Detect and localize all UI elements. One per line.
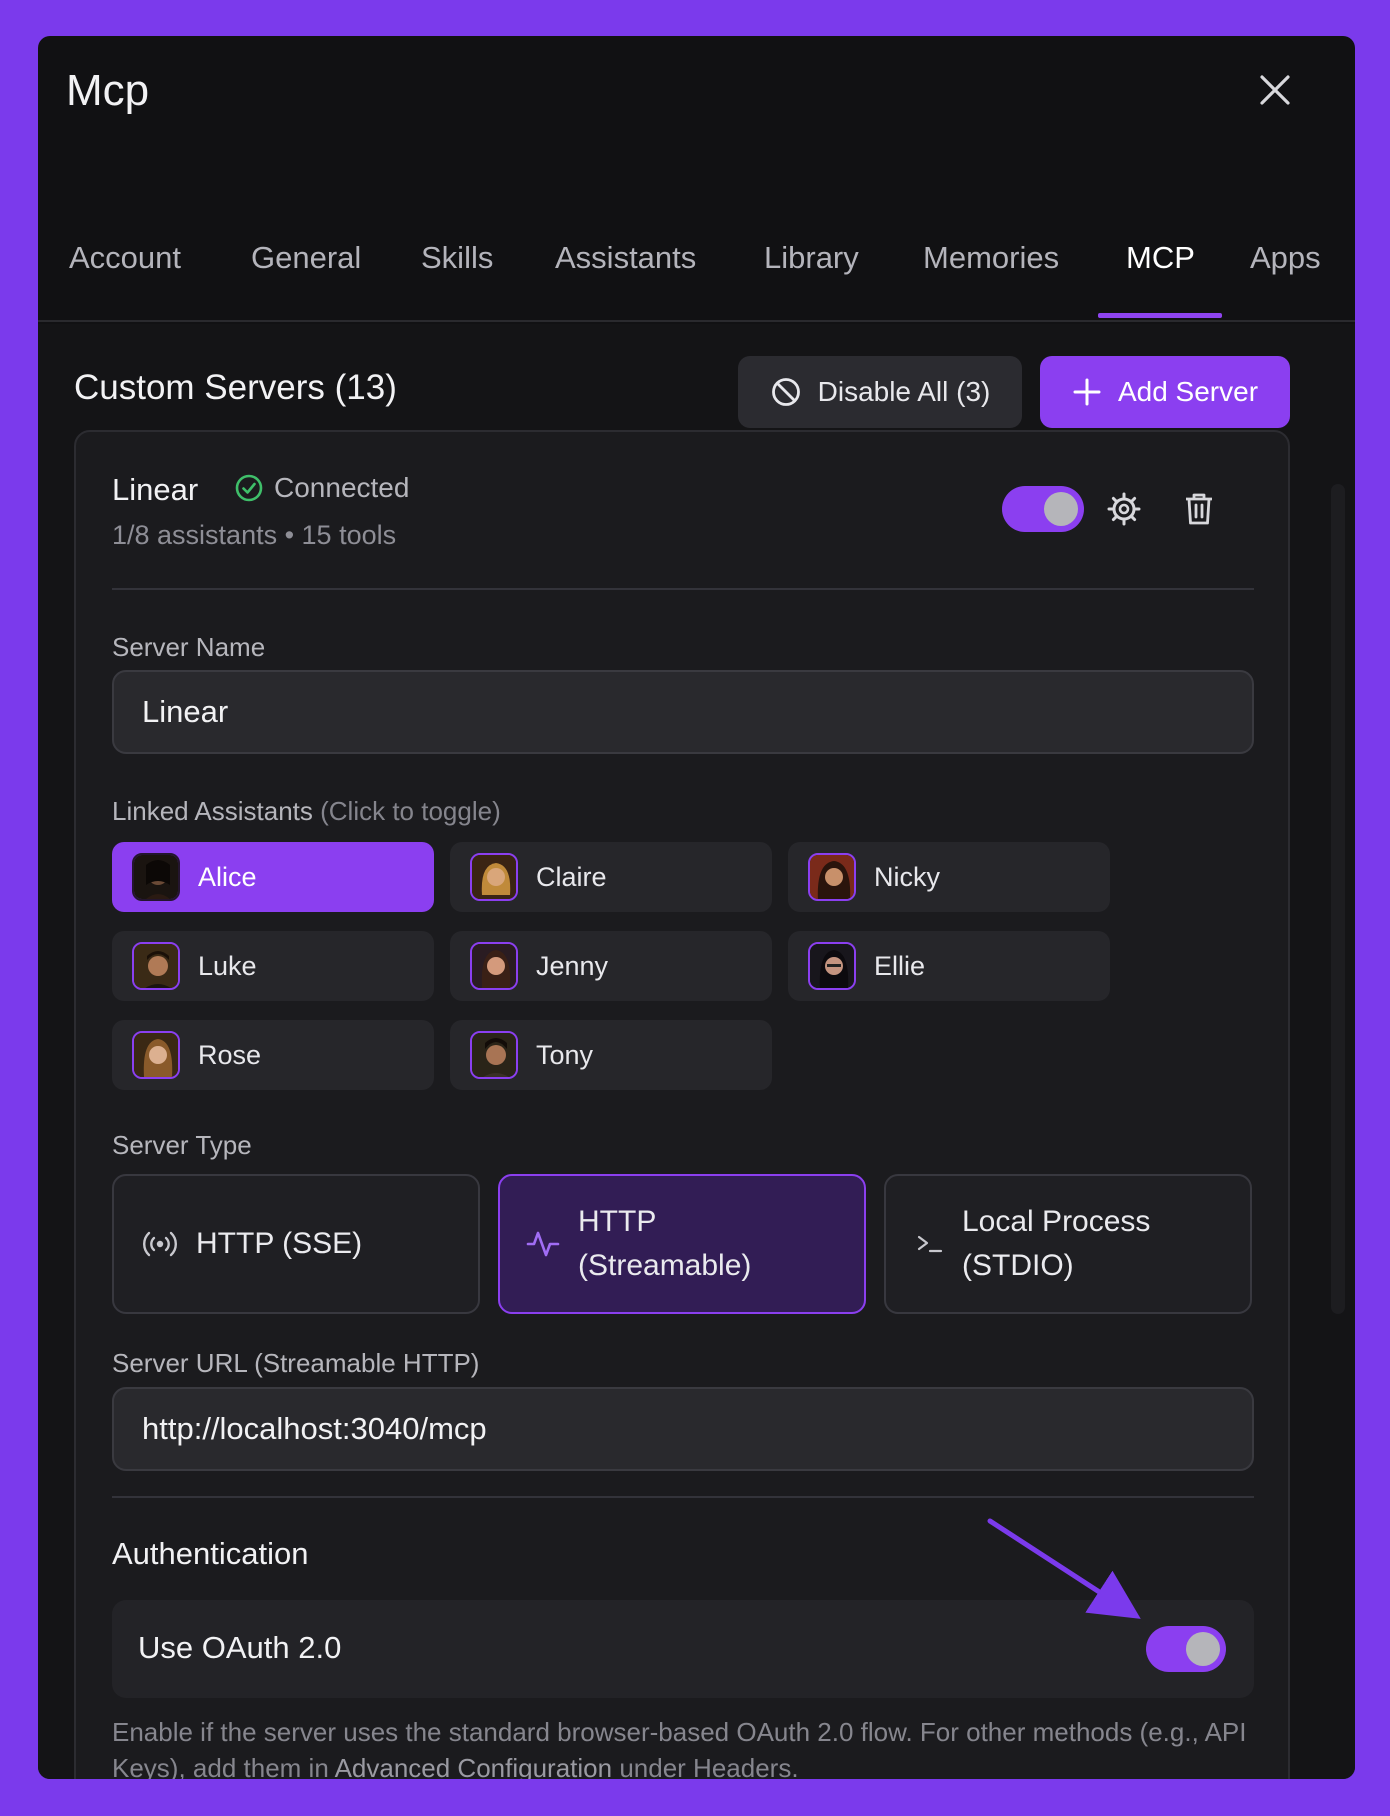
disable-all-button[interactable]: Disable All (3) (738, 356, 1022, 428)
toggle-knob (1044, 492, 1078, 526)
header-divider (112, 588, 1254, 590)
status-text: Connected (274, 472, 410, 503)
assistant-name: Rose (198, 1039, 262, 1070)
oauth-row: Use OAuth 2.0 (112, 1600, 1254, 1698)
avatar (470, 1031, 518, 1079)
auth-divider (112, 1496, 1254, 1498)
server-type-stdio-label: Local Process (STDIO) (962, 1200, 1150, 1288)
type-line: (STDIO) (962, 1249, 1074, 1282)
avatar (132, 1031, 180, 1079)
disable-all-label: Disable All (3) (817, 376, 991, 407)
avatar (470, 853, 518, 901)
assistant-name: Luke (198, 950, 257, 981)
status-badge: Connected (234, 472, 409, 504)
settings-window: Mcp Account General Skills Assistants Li… (38, 36, 1355, 1779)
avatar (470, 942, 518, 990)
avatar (808, 853, 856, 901)
server-url-input[interactable]: http://localhost:3040/mcp (112, 1387, 1254, 1471)
avatar (132, 942, 180, 990)
authentication-heading: Authentication (112, 1536, 309, 1571)
oauth-toggle[interactable] (1146, 1626, 1226, 1672)
linked-assistants-title: Linked Assistants (112, 796, 313, 826)
active-tab-indicator (1098, 313, 1222, 318)
assistant-name: Tony (536, 1039, 594, 1070)
plus-icon (1073, 378, 1101, 406)
section-title: Custom Servers (13) (74, 368, 397, 407)
linked-assistants-label: Linked Assistants (Click to toggle) (112, 796, 501, 827)
settings-button[interactable] (1099, 484, 1149, 534)
tab-account[interactable]: Account (69, 240, 181, 276)
oauth-help-text: Enable if the server uses the standard b… (112, 1714, 1272, 1779)
type-line: (Streamable) (578, 1249, 752, 1282)
assistant-name: Claire (536, 861, 607, 892)
toggle-knob (1186, 1632, 1220, 1666)
title-bar: Mcp (38, 36, 1355, 146)
close-button[interactable] (1249, 64, 1301, 116)
assistant-chip-nicky[interactable]: Nicky (788, 842, 1110, 912)
mcp-panel: Custom Servers (13) Disable All (3) Add … (38, 324, 1355, 1779)
server-name-input[interactable]: Linear (112, 670, 1254, 754)
server-meta: 1/8 assistants • 15 tools (112, 520, 397, 550)
server-enabled-toggle[interactable] (1002, 486, 1084, 532)
gear-icon (1107, 492, 1141, 526)
assistant-chip-jenny[interactable]: Jenny (450, 931, 772, 1001)
add-server-button[interactable]: Add Server (1040, 356, 1290, 428)
assistant-name: Nicky (874, 861, 940, 892)
server-type-streamable-label: HTTP (Streamable) (578, 1200, 751, 1288)
type-line: Local Process (962, 1205, 1151, 1238)
window-title: Mcp (66, 66, 150, 115)
server-card: Linear Connected 1/8 assistants • 15 too… (74, 430, 1290, 1779)
close-icon (1260, 75, 1290, 105)
terminal-icon (917, 1235, 943, 1253)
assistant-name: Ellie (874, 950, 926, 981)
activity-icon (526, 1231, 560, 1257)
type-line: HTTP (578, 1205, 657, 1238)
tab-library[interactable]: Library (764, 240, 859, 276)
tab-mcp[interactable]: MCP (1126, 240, 1195, 276)
add-server-label: Add Server (1117, 376, 1259, 407)
server-name: Linear (112, 472, 199, 507)
server-url-label: Server URL (Streamable HTTP) (112, 1348, 480, 1378)
server-type-label: Server Type (112, 1130, 252, 1160)
linked-assistants-hint: (Click to toggle) (320, 796, 501, 826)
tab-skills[interactable]: Skills (421, 240, 493, 276)
scrollbar[interactable] (1331, 484, 1345, 1314)
check-circle-icon (235, 474, 263, 502)
server-type-sse-label: HTTP (SSE) (196, 1222, 362, 1266)
server-name-label: Server Name (112, 632, 266, 662)
oauth-label: Use OAuth 2.0 (138, 1630, 342, 1665)
tab-memories[interactable]: Memories (923, 240, 1059, 276)
broadcast-icon (143, 1231, 177, 1257)
avatar (808, 942, 856, 990)
server-type-streamable[interactable]: HTTP (Streamable) (498, 1174, 866, 1314)
tab-assistants[interactable]: Assistants (555, 240, 696, 276)
assistant-chip-tony[interactable]: Tony (450, 1020, 772, 1090)
tab-bar: Account General Skills Assistants Librar… (38, 196, 1355, 322)
assistant-chip-rose[interactable]: Rose (112, 1020, 434, 1090)
assistant-name: Alice (198, 861, 257, 892)
help-text-after: under Headers. (612, 1753, 799, 1779)
assistant-chip-ellie[interactable]: Ellie (788, 931, 1110, 1001)
assistant-chip-alice[interactable]: Alice (112, 842, 434, 912)
trash-icon (1186, 493, 1212, 525)
assistant-chip-claire[interactable]: Claire (450, 842, 772, 912)
advanced-configuration-link[interactable]: Advanced Configuration (335, 1753, 613, 1779)
avatar (132, 853, 180, 901)
server-type-stdio[interactable]: Local Process (STDIO) (884, 1174, 1252, 1314)
delete-button[interactable] (1174, 484, 1224, 534)
assistant-chip-luke[interactable]: Luke (112, 931, 434, 1001)
tab-apps[interactable]: Apps (1250, 240, 1321, 276)
tab-general[interactable]: General (251, 240, 361, 276)
type-line: HTTP (SSE) (196, 1227, 363, 1260)
server-type-sse[interactable]: HTTP (SSE) (112, 1174, 480, 1314)
assistant-name: Jenny (536, 950, 609, 981)
ban-icon (771, 378, 800, 406)
